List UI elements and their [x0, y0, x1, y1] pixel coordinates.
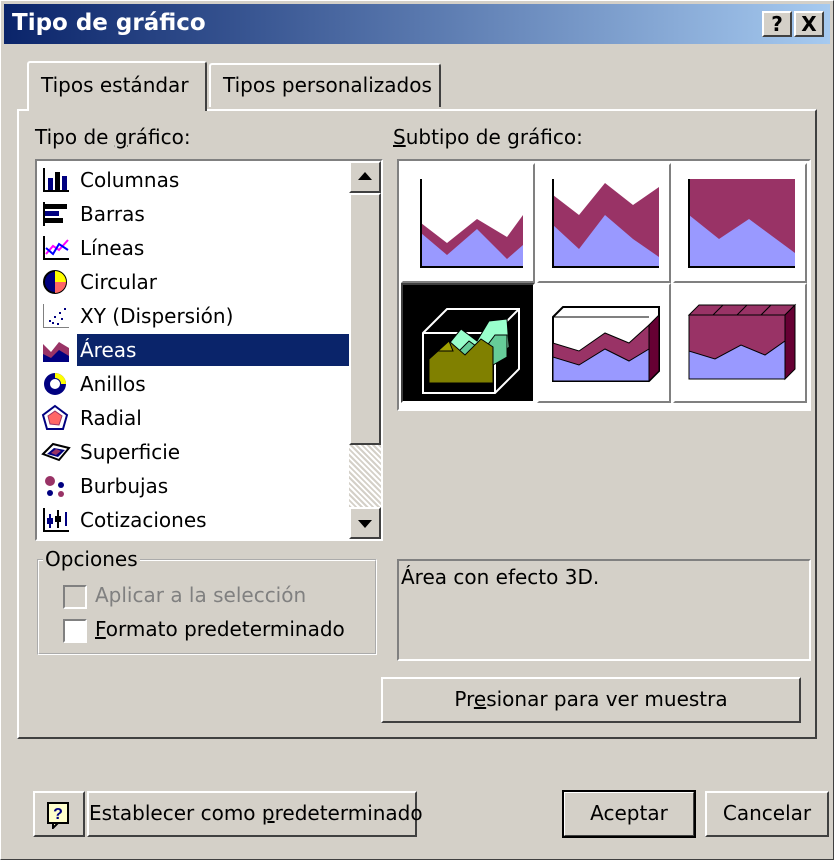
- list-item-circular[interactable]: Circular: [41, 265, 349, 299]
- subtype-percent-area[interactable]: [673, 163, 807, 283]
- percent-area-subtype-icon: [688, 179, 795, 268]
- options-title: Opciones: [43, 547, 140, 571]
- tab-custom-types[interactable]: Tipos personalizados: [209, 63, 441, 107]
- help-assistant-icon: ?: [47, 801, 69, 830]
- list-item-lineas[interactable]: Líneas: [41, 231, 349, 265]
- help-assistant-button[interactable]: ?: [33, 791, 85, 837]
- cancel-button[interactable]: Cancelar: [705, 791, 829, 837]
- default-format-checkbox[interactable]: [63, 619, 87, 643]
- subtype-grid: [397, 159, 811, 411]
- area-3d-subtype-icon: [422, 308, 520, 394]
- bubble-chart-icon: [45, 476, 64, 497]
- apply-to-selection-label: Aplicar a la selección: [95, 583, 307, 607]
- surface-chart-icon: [41, 442, 71, 462]
- area-chart-icon: [41, 336, 71, 364]
- area-subtype-icon: [420, 179, 523, 268]
- stock-chart-icon: [43, 508, 69, 532]
- doughnut-chart-icon: [44, 373, 66, 395]
- options-group: Opciones Aplicar a la selección Formato …: [37, 547, 377, 655]
- stacked-area-3d-subtype-icon: [552, 306, 660, 383]
- subtype-3d-stacked-area[interactable]: [537, 283, 671, 403]
- list-item-areas[interactable]: Áreas: [41, 333, 349, 367]
- chart-type-label: Tipo de gráfico:: [35, 125, 191, 149]
- subtype-area[interactable]: [401, 163, 535, 283]
- svg-text:?: ?: [53, 806, 63, 823]
- default-format-label: Formato predeterminado: [95, 617, 345, 641]
- scroll-track[interactable]: [349, 445, 381, 507]
- subtype-stacked-area[interactable]: [537, 163, 671, 283]
- list-item-xy-dispersion[interactable]: XY (Dispersión): [41, 299, 349, 333]
- ok-button[interactable]: Aceptar: [562, 790, 696, 838]
- scatter-chart-icon: [43, 304, 69, 328]
- set-default-button[interactable]: Establecer como predeterminado: [87, 791, 423, 837]
- list-item-columnas[interactable]: Columnas: [41, 163, 349, 197]
- list-item-radial[interactable]: Radial: [41, 401, 349, 435]
- help-button[interactable]: ?: [762, 11, 792, 37]
- chart-type-list[interactable]: Columnas Barras Líneas Circular XY (Disp…: [35, 159, 383, 541]
- list-item-burbujas[interactable]: Burbujas: [41, 469, 349, 503]
- subtype-description: Área con efecto 3D.: [397, 559, 811, 661]
- list-item-cotizaciones[interactable]: Cotizaciones: [41, 503, 349, 537]
- column-chart-icon: [43, 168, 69, 192]
- list-item-anillos[interactable]: Anillos: [41, 367, 349, 401]
- percent-area-3d-subtype-icon: [687, 303, 797, 381]
- subtype-label: Subtipo de gráfico:: [393, 125, 583, 149]
- arrow-up-icon: [358, 172, 372, 180]
- title-bar: Tipo de gráfico ? X: [4, 4, 830, 44]
- list-item-superficie[interactable]: Superficie: [41, 435, 349, 469]
- list-item-barras[interactable]: Barras: [41, 197, 349, 231]
- dialog-title: Tipo de gráfico: [12, 10, 206, 36]
- pie-chart-icon: [43, 270, 67, 294]
- tab-standard-types[interactable]: Tipos estándar: [27, 61, 207, 111]
- scroll-up-button[interactable]: [349, 161, 381, 193]
- scroll-thumb[interactable]: [349, 193, 381, 445]
- close-button[interactable]: X: [794, 11, 824, 37]
- stacked-area-subtype-icon: [552, 179, 659, 268]
- subtype-3d-area[interactable]: [401, 283, 535, 403]
- line-chart-icon: [43, 236, 69, 260]
- arrow-down-icon: [358, 520, 372, 528]
- chart-type-dialog: Tipo de gráfico ? X Tipos estándar Tipos…: [0, 0, 834, 860]
- chart-type-scrollbar[interactable]: [349, 161, 381, 539]
- preview-button[interactable]: Presionar para ver muestra: [381, 677, 801, 723]
- subtype-3d-percent-area[interactable]: [673, 283, 807, 403]
- apply-to-selection-checkbox[interactable]: [63, 585, 87, 609]
- bar-chart-icon: [43, 202, 67, 226]
- radar-chart-icon: [41, 404, 69, 430]
- scroll-down-button[interactable]: [349, 507, 381, 539]
